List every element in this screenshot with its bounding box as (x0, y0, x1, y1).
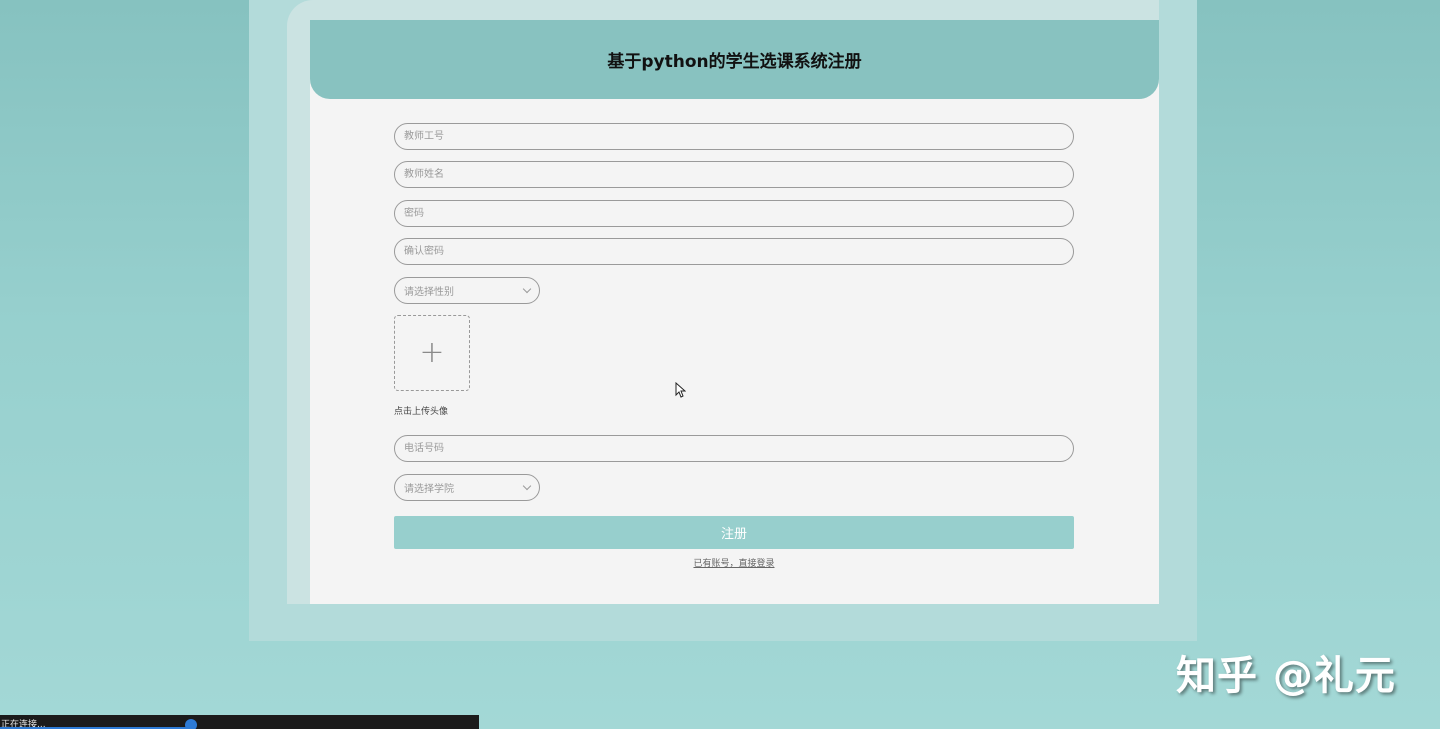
login-link-text[interactable]: 已有账号，直接登录 (693, 559, 774, 569)
progress-dot-icon (185, 719, 197, 729)
taskbar: 正在连接... (0, 715, 479, 729)
teacher-id-input[interactable] (394, 123, 1074, 150)
watermark: 知乎 @礼元 (1176, 653, 1396, 699)
plus-icon: + (419, 335, 445, 370)
register-button[interactable]: 注册 (394, 516, 1074, 549)
phone-input[interactable] (394, 435, 1074, 462)
register-card: 基于python的学生选课系统注册 请选择性别 + 点击上传头像 请选择学院 注… (310, 20, 1159, 604)
gender-select[interactable]: 请选择性别 (394, 277, 540, 304)
chevron-down-icon (522, 284, 532, 294)
confirm-password-input[interactable] (394, 238, 1074, 265)
login-link[interactable]: 已有账号，直接登录 (394, 556, 1074, 569)
password-input[interactable] (394, 200, 1074, 227)
avatar-upload-label: 点击上传头像 (394, 407, 449, 417)
avatar-upload[interactable]: + (394, 315, 470, 391)
gender-select-value: 请选择性别 (404, 287, 454, 298)
mouse-cursor-icon (675, 382, 686, 398)
teacher-name-input[interactable] (394, 161, 1074, 188)
chevron-down-icon (522, 481, 532, 491)
college-select-value: 请选择学院 (404, 484, 454, 495)
page-title: 基于python的学生选课系统注册 (607, 52, 862, 72)
college-select[interactable]: 请选择学院 (394, 474, 540, 501)
card-header: 基于python的学生选课系统注册 (310, 20, 1159, 99)
